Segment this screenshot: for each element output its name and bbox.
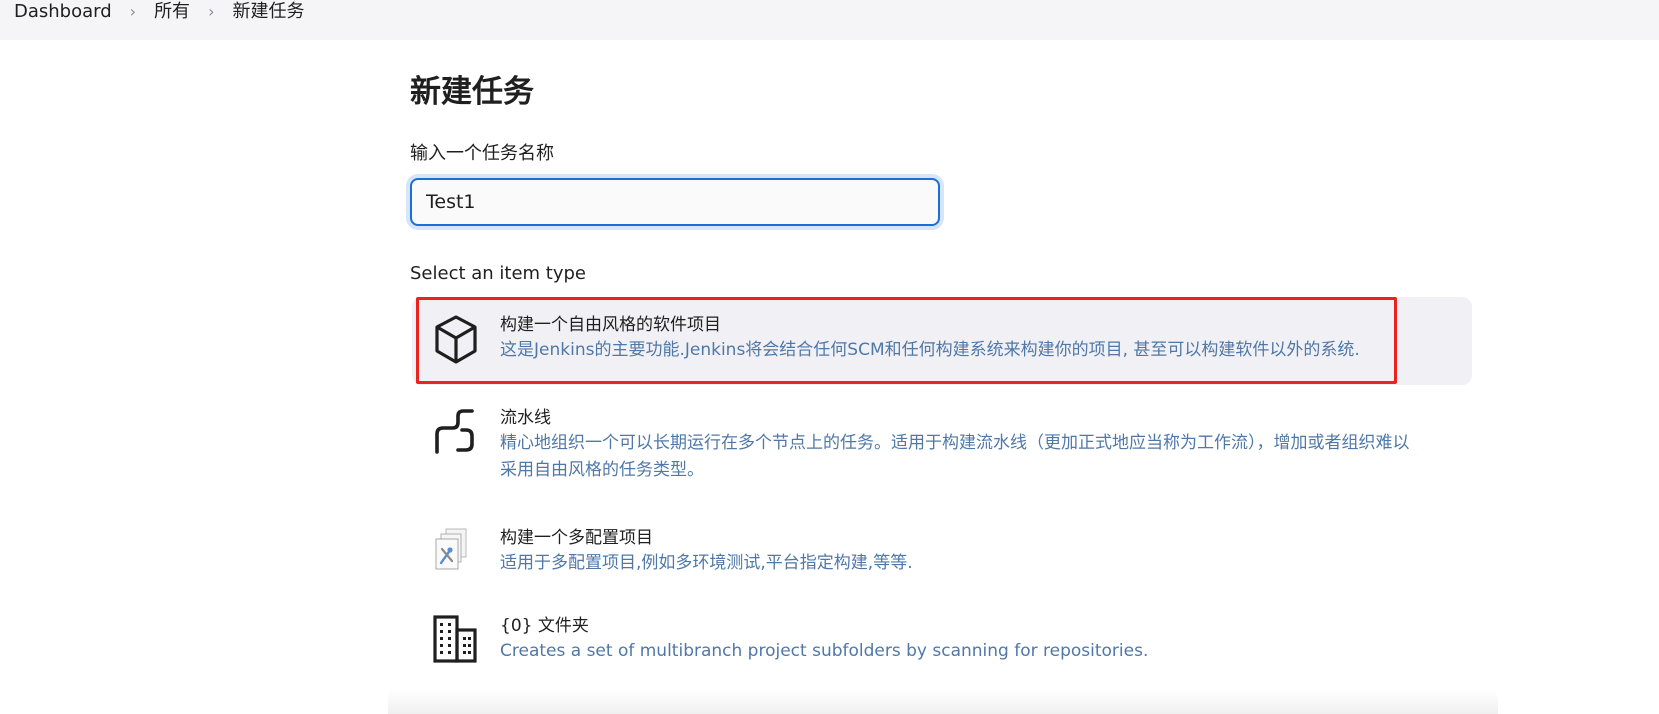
breadcrumb-dashboard[interactable]: Dashboard (14, 0, 112, 24)
item-type-description: 精心地组织一个可以长期运行在多个节点上的任务。适用于构建流水线（更加正式地应当称… (500, 433, 1410, 453)
multi-config-icon (432, 527, 472, 579)
item-type-title: 构建一个多配置项目 (500, 528, 653, 548)
item-name-input[interactable] (410, 178, 940, 226)
item-name-label: 输入一个任务名称 (410, 143, 554, 164)
pipeline-icon (432, 408, 478, 458)
item-type-description-cont: 采用自由风格的任务类型。 (500, 460, 704, 480)
footer-bar-shadow (388, 690, 1498, 714)
item-type-title: {0} 文件夹 (500, 616, 589, 636)
chevron-right-icon: › (208, 2, 215, 21)
item-type-description: 适用于多配置项目,例如多环境测试,平台指定构建,等等. (500, 553, 913, 573)
page-title: 新建任务 (410, 74, 534, 110)
item-type-title: 构建一个自由风格的软件项目 (500, 315, 721, 335)
item-type-description: 这是Jenkins的主要功能.Jenkins将会结合任何SCM和任何构建系统来构… (500, 340, 1360, 360)
item-type-organization-folder[interactable]: {0} 文件夹 Creates a set of multibranch pro… (412, 614, 1472, 665)
item-type-label: Select an item type (410, 263, 587, 284)
package-icon (432, 313, 480, 371)
item-type-title: 流水线 (500, 408, 551, 428)
breadcrumb-all[interactable]: 所有 (154, 0, 190, 24)
item-type-pipeline[interactable]: 流水线 精心地组织一个可以长期运行在多个节点上的任务。适用于构建流水线（更加正式… (412, 406, 1472, 484)
building-icon (432, 614, 478, 668)
breadcrumb: Dashboard › 所有 › 新建任务 (0, 0, 1659, 40)
breadcrumb-new-item[interactable]: 新建任务 (232, 0, 304, 24)
item-type-multi-config[interactable]: 构建一个多配置项目 适用于多配置项目,例如多环境测试,平台指定构建,等等. (412, 526, 1472, 577)
item-type-freestyle[interactable]: 构建一个自由风格的软件项目 这是Jenkins的主要功能.Jenkins将会结合… (412, 297, 1472, 385)
item-type-description: Creates a set of multibranch project sub… (500, 641, 1149, 661)
chevron-right-icon: › (129, 2, 137, 21)
